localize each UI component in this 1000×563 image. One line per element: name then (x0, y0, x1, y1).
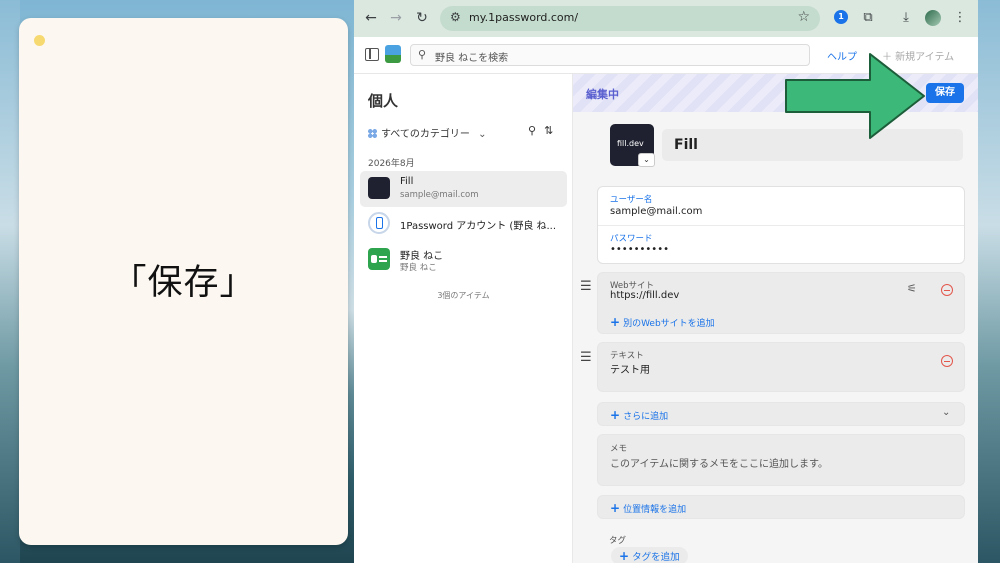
credentials-card: ユーザー名 sample@mail.com パスワード •••••••••• (597, 186, 965, 264)
website-field[interactable]: https://fill.dev (610, 290, 679, 301)
chevron-down-icon: ⌄ (478, 129, 487, 140)
1password-extension-icon[interactable]: 1 (834, 10, 848, 24)
drag-handle-icon[interactable]: ☰ (580, 350, 592, 365)
caption-card: 「保存」 (19, 18, 348, 545)
title-value: Fill (674, 137, 698, 153)
remove-field-icon[interactable] (941, 355, 953, 367)
text-label: テキスト (610, 351, 644, 361)
chevron-down-icon[interactable]: ⌄ (942, 407, 950, 418)
site-settings-icon[interactable]: ⚙ (450, 10, 461, 24)
text-field[interactable]: テスト用 (610, 361, 650, 376)
add-location-label: 位置情報を追加 (623, 505, 687, 515)
bookmark-star-icon[interactable]: ☆ (797, 9, 810, 25)
1password-account-icon (368, 212, 390, 234)
search-placeholder: 野良 ねこを検索 (435, 53, 509, 64)
logo-text: fill.dev (617, 139, 644, 148)
username-field[interactable]: sample@mail.com (610, 206, 702, 217)
month-header: 2026年8月 (368, 159, 415, 169)
search-input[interactable]: ⚲ 野良 ねこを検索 (410, 44, 810, 66)
list-item[interactable]: 野良 ねこ 野良 ねこ (360, 242, 567, 278)
memo-card[interactable]: メモ このアイテムに関するメモをここに追加します。 (597, 434, 965, 486)
vault-icon[interactable] (385, 45, 401, 63)
add-tag-button[interactable]: + タグを追加 (611, 547, 688, 563)
list-item-subtitle: 野良 ねこ (400, 263, 437, 273)
browser-toolbar: ← → ↻ ⚙ my.1password.com/ ☆ 1 ⧉ ⤓ ⋮ (354, 0, 978, 37)
desktop-background-right (978, 0, 1000, 563)
password-field[interactable]: •••••••••• (610, 244, 669, 255)
memo-input[interactable]: このアイテムに関するメモをここに追加します。 (610, 455, 828, 470)
add-location-button[interactable]: + 位置情報を追加 (610, 501, 686, 515)
add-website-button[interactable]: + 別のWebサイトを追加 (610, 315, 715, 329)
profile-avatar[interactable] (925, 10, 941, 26)
username-label: ユーザー名 (610, 195, 653, 205)
item-list-pane: 個人 すべてのカテゴリー ⌄ ⚲⇅ 2026年8月 Fill sample@ma… (354, 74, 573, 563)
identity-card-icon (368, 248, 390, 270)
item-editor: 編集中 保存 fill.dev ⌄ Fill ユーザー名 sample@mail… (573, 74, 978, 563)
extensions-puzzle-icon[interactable]: ⧉ (859, 8, 877, 28)
add-website-label: 別のWebサイトを追加 (623, 319, 715, 329)
field-divider (598, 225, 964, 226)
reload-icon[interactable]: ↻ (412, 8, 432, 28)
caption-text: 「保存」 (111, 263, 256, 303)
list-item-title: Fill (400, 176, 414, 187)
fill-logo-icon (368, 177, 390, 199)
list-tools: ⚲⇅ (528, 124, 561, 137)
text-field-card: テキスト テスト用 (597, 342, 965, 392)
address-bar[interactable]: ⚙ my.1password.com/ ☆ (440, 6, 820, 31)
sidebar-toggle-icon[interactable] (365, 48, 379, 61)
list-item[interactable]: 1Password アカウント (野良 ね... (360, 206, 567, 242)
category-filter[interactable]: すべてのカテゴリー ⌄ (368, 125, 486, 140)
list-item[interactable]: Fill sample@mail.com (360, 171, 567, 207)
autofill-settings-icon[interactable]: ⚟ (907, 282, 917, 295)
editing-label: 編集中 (586, 88, 619, 101)
desktop-background-left (0, 0, 20, 563)
add-more-row[interactable]: + さらに追加 ⌄ (597, 402, 965, 426)
browser-menu-icon[interactable]: ⋮ (951, 8, 969, 28)
search-icon: ⚲ (418, 48, 427, 61)
item-count: 3個のアイテム (437, 291, 490, 300)
category-grid-icon (368, 129, 377, 138)
list-item-title: 1Password アカウント (野良 ね... (400, 221, 557, 232)
category-label: すべてのカテゴリー (381, 129, 470, 140)
sort-icon[interactable]: ⇅ (544, 124, 561, 137)
annotation-arrow-icon (785, 53, 925, 139)
password-label: パスワード (610, 234, 653, 244)
list-item-title: 野良 ねこ (400, 251, 444, 262)
vault-title: 個人 (368, 92, 399, 110)
add-more-button[interactable]: + さらに追加 (610, 408, 668, 422)
remove-field-icon[interactable] (941, 284, 953, 296)
chevron-down-icon[interactable]: ⌄ (638, 153, 655, 167)
filter-search-icon[interactable]: ⚲ (528, 124, 544, 137)
drag-handle-icon[interactable]: ☰ (580, 279, 592, 294)
add-location-row[interactable]: + 位置情報を追加 (597, 495, 965, 519)
note-dot-icon (34, 35, 45, 46)
list-item-subtitle: sample@mail.com (400, 190, 479, 200)
website-card: Webサイト https://fill.dev ⚟ + 別のWebサイトを追加 (597, 272, 965, 334)
add-tag-label: タグを追加 (632, 552, 680, 563)
forward-icon[interactable]: → (386, 8, 406, 28)
add-more-label: さらに追加 (623, 412, 669, 422)
tag-label: タグ (609, 536, 627, 546)
download-icon[interactable]: ⤓ (897, 8, 915, 28)
memo-label: メモ (610, 444, 628, 454)
url-text[interactable]: my.1password.com/ (469, 11, 578, 24)
save-button[interactable]: 保存 (926, 83, 964, 103)
back-icon[interactable]: ← (361, 8, 381, 28)
